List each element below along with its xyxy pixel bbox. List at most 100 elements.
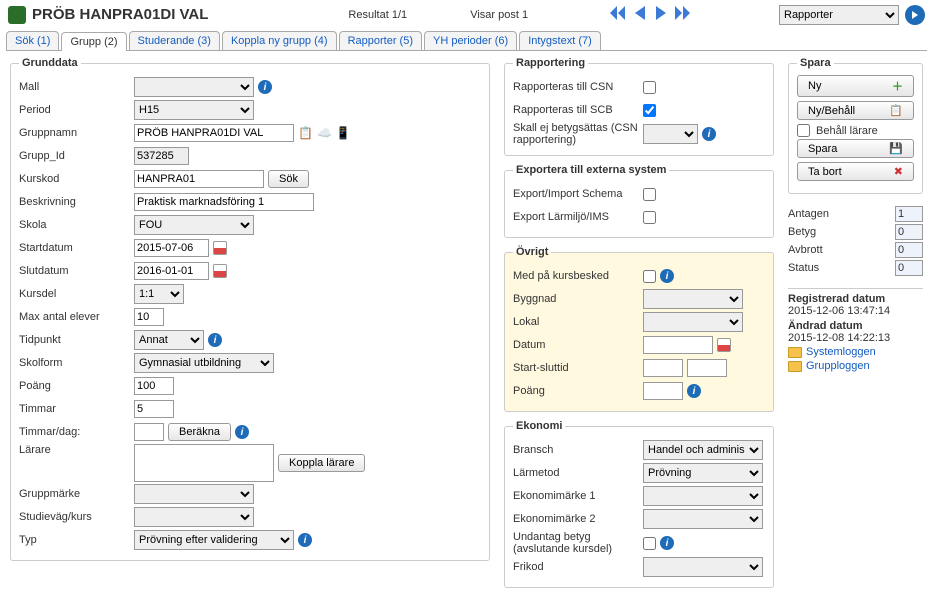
maxelever-input[interactable] [134,308,164,326]
ny-button[interactable]: Ny＋ [797,75,914,97]
mall-select[interactable] [134,77,254,97]
sok-button[interactable]: Sök [268,170,309,188]
grupploggen-link[interactable]: Grupploggen [806,360,870,372]
gruppid-input [134,147,189,165]
device-icon[interactable]: 📱 [336,126,351,140]
studievag-select[interactable] [134,507,254,527]
systemloggen-link[interactable]: Systemloggen [806,346,876,358]
go-button[interactable] [905,5,925,25]
larare-textarea[interactable] [134,444,274,482]
eko1-select[interactable] [643,486,763,506]
bransch-label: Bransch [513,444,643,456]
first-icon[interactable] [608,4,628,22]
tab-grupp[interactable]: Grupp (2) [61,32,126,51]
period-select[interactable]: H15 [134,100,254,120]
sluttid-input[interactable] [687,359,727,377]
bransch-select[interactable]: Handel och adminis [643,440,763,460]
info-icon[interactable]: i [235,425,249,439]
calendar-icon[interactable] [717,338,731,352]
undantag-checkbox[interactable] [643,537,656,550]
beskrivning-label: Beskrivning [19,196,134,208]
lokal-label: Lokal [513,316,643,328]
avbrott-label: Avbrott [788,244,823,256]
timmar-label: Timmar [19,403,134,415]
ovrigt-legend: Övrigt [513,246,551,258]
ovrigt-poang-input[interactable] [643,382,683,400]
kursdel-select[interactable]: 1:1 [134,284,184,304]
tab-intygstext[interactable]: Intygstext (7) [519,31,601,50]
poang-input[interactable] [134,377,174,395]
copy-icon[interactable]: 📋 [298,126,313,140]
timmardag-input[interactable] [134,423,164,441]
larmiljo-label: Export Lärmiljö/IMS [513,211,643,223]
post-indicator: Visar post 1 [470,9,528,21]
spara-button[interactable]: Spara💾 [797,139,914,158]
larmetod-label: Lärmetod [513,467,643,479]
schema-label: Export/Import Schema [513,188,643,200]
startdatum-input[interactable] [134,239,209,257]
calendar-icon[interactable] [213,264,227,278]
typ-select[interactable]: Prövning efter validering [134,530,294,550]
beskrivning-input[interactable] [134,193,314,211]
gruppmarke-select[interactable] [134,484,254,504]
delete-icon: ✖ [894,165,903,178]
eko2-select[interactable] [643,509,763,529]
folder-icon [788,347,802,358]
kursbesked-checkbox[interactable] [643,270,656,283]
info-icon[interactable]: i [660,269,674,283]
maxelever-label: Max antal elever [19,311,134,323]
tabort-button[interactable]: Ta bort✖ [797,162,914,181]
skall-ej-select[interactable] [643,124,698,144]
status-label: Status [788,262,819,274]
frikod-select[interactable] [643,557,763,577]
mall-label: Mall [19,81,134,93]
starttid-input[interactable] [643,359,683,377]
byggnad-select[interactable] [643,289,743,309]
koppla-larare-button[interactable]: Koppla lärare [278,454,365,472]
folder-icon [788,361,802,372]
startdatum-label: Startdatum [19,242,134,254]
kurskod-input[interactable] [134,170,264,188]
datum-label: Datum [513,339,643,351]
schema-checkbox[interactable] [643,188,656,201]
behall-larare-checkbox[interactable] [797,124,810,137]
info-icon[interactable]: i [660,536,674,550]
rapporter-select[interactable]: Rapporter [779,5,899,25]
rapportering-fieldset: Rapportering Rapporteras till CSN Rappor… [504,57,774,156]
larmiljo-checkbox[interactable] [643,211,656,224]
tab-rapporter[interactable]: Rapporter (5) [339,31,422,50]
status-value: 0 [895,260,923,276]
next-icon[interactable] [652,4,670,22]
prev-icon[interactable] [631,4,649,22]
scb-checkbox[interactable] [643,104,656,117]
tab-koppla[interactable]: Koppla ny grupp (4) [222,31,337,50]
skola-select[interactable]: FOU [134,215,254,235]
stats-fieldset: Antagen1 Betyg0 Avbrott0 Status0 [788,202,923,280]
info-icon[interactable]: i [258,80,272,94]
gruppnamn-input[interactable] [134,124,294,142]
slutdatum-input[interactable] [134,262,209,280]
info-icon[interactable]: i [687,384,701,398]
tab-studerande[interactable]: Studerande (3) [129,31,220,50]
timmar-input[interactable] [134,400,174,418]
skolform-select[interactable]: Gymnasial utbildning [134,353,274,373]
last-icon[interactable] [673,4,693,22]
info-icon[interactable]: i [208,333,222,347]
berakna-button[interactable]: Beräkna [168,423,231,441]
tab-yh[interactable]: YH perioder (6) [424,31,517,50]
info-icon[interactable]: i [298,533,312,547]
tab-sok[interactable]: Sök (1) [6,31,59,50]
cloud-icon[interactable]: ☁️ [317,126,332,140]
lokal-select[interactable] [643,312,743,332]
csn-checkbox[interactable] [643,81,656,94]
nybehall-button[interactable]: Ny/Behåll📋 [797,101,914,120]
larare-label: Lärare [19,444,134,456]
calendar-icon[interactable] [213,241,227,255]
result-count: Resultat 1/1 [348,9,407,21]
app-logo [8,6,26,24]
tidpunkt-select[interactable]: Annat [134,330,204,350]
exportera-legend: Exportera till externa system [513,164,669,176]
larmetod-select[interactable]: Prövning [643,463,763,483]
datum-input[interactable] [643,336,713,354]
info-icon[interactable]: i [702,127,716,141]
